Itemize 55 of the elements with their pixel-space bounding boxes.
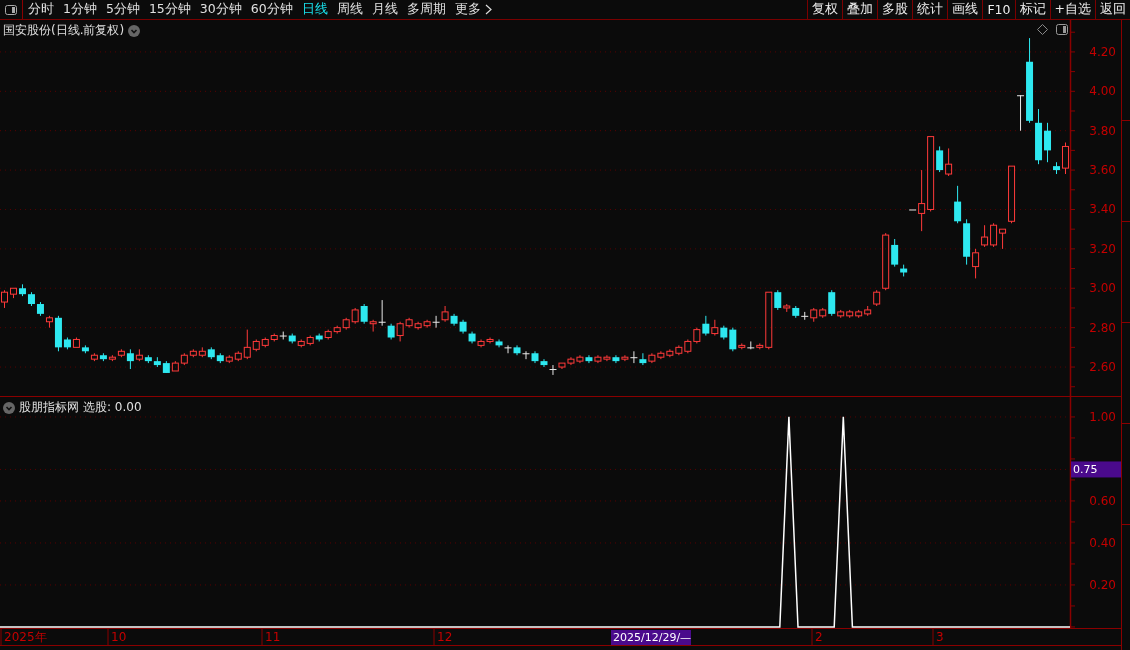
axis-label: 3.80: [1089, 123, 1116, 138]
candlestick: [10, 287, 17, 299]
panel-icon: [1056, 24, 1068, 35]
cursor-date-label: 2025/12/29/—: [611, 630, 692, 645]
panel-icon: [5, 4, 17, 15]
indicator-name: 股朋指标网: [19, 399, 79, 416]
candlestick: [1053, 161, 1060, 175]
cursor-value-label: 0.75: [1071, 461, 1121, 478]
period-tab[interactable]: 多周期: [403, 0, 449, 19]
axis-label: 0.60: [1089, 493, 1116, 508]
toolbar-button[interactable]: F10: [982, 0, 1015, 19]
toolbar-button[interactable]: 多股: [877, 0, 913, 19]
period-tab[interactable]: 周线: [333, 0, 366, 19]
period-tab[interactable]: 分时: [25, 0, 57, 19]
axis-label: 3: [936, 630, 944, 644]
axis-label: 3.00: [1089, 281, 1116, 296]
chevron-down-icon: [3, 401, 15, 414]
period-tab[interactable]: 日线: [298, 0, 331, 19]
toolbar-button[interactable]: 复权: [807, 0, 843, 19]
candlestick: [1008, 165, 1016, 224]
chevron-down-icon: [128, 24, 141, 37]
indicator-reading: 选股: 0.00: [83, 399, 142, 416]
axis-label: 4.20: [1089, 44, 1116, 59]
chevron-right-icon: [484, 4, 492, 15]
axis-label: 10: [111, 630, 127, 644]
axis-label: 2025年: [4, 630, 47, 644]
toolbar-button[interactable]: 标记: [1014, 0, 1050, 19]
axis-label: 3.20: [1089, 241, 1116, 256]
toolbar-button[interactable]: 叠加: [842, 0, 878, 19]
chart-title: 国安股份(日线.前复权): [3, 22, 125, 39]
more-menu[interactable]: 更多: [451, 0, 495, 19]
axis-label: 0.40: [1089, 535, 1116, 550]
period-tab[interactable]: 60分钟: [247, 0, 296, 19]
toolbar-button[interactable]: 画线: [947, 0, 983, 19]
candlestick: [1, 289, 8, 309]
period-tab[interactable]: 15分钟: [145, 0, 194, 19]
period-tab[interactable]: 5分钟: [102, 0, 143, 19]
axis-label: 3.60: [1089, 163, 1116, 178]
axis-label: 3.40: [1089, 202, 1116, 217]
toolbar-button[interactable]: 统计: [912, 0, 948, 19]
candlestick: [1062, 142, 1069, 175]
axis-label: 2.60: [1089, 360, 1116, 375]
diamond-icon: [1037, 24, 1048, 35]
toolbar-button[interactable]: +自选: [1049, 0, 1095, 19]
axis-label: 12: [437, 630, 453, 644]
axis-label: 11: [265, 630, 281, 644]
period-tab[interactable]: 1分钟: [60, 0, 100, 19]
period-tab[interactable]: 月线: [368, 0, 401, 19]
axis-label: 2: [815, 630, 823, 644]
toolbar-button[interactable]: 返回: [1095, 0, 1130, 19]
axis-label: 1.00: [1089, 409, 1116, 424]
period-tab[interactable]: 30分钟: [196, 0, 245, 19]
axis-label: 4.00: [1089, 84, 1116, 99]
axis-label: 0.20: [1089, 577, 1116, 592]
axis-label: 2.80: [1089, 320, 1116, 335]
